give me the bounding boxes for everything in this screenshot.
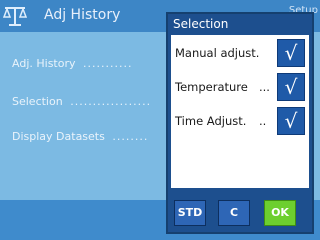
list-item-selection[interactable]: Selection ..................	[12, 95, 151, 108]
list-item-label: Display Datasets	[12, 130, 105, 143]
list-item-label: Selection	[12, 95, 63, 108]
option-temperature: Temperature ... √	[171, 71, 309, 105]
option-label: Time Adjust.	[175, 114, 247, 128]
option-dots: ..	[259, 114, 267, 128]
dialog-title: Selection	[173, 17, 229, 31]
option-time-adjust: Time Adjust. .. √	[171, 105, 309, 139]
ok-button[interactable]: OK	[264, 200, 296, 226]
selection-dialog: Selection Manual adjust. √ Temperature .…	[166, 12, 314, 234]
option-label: Temperature	[175, 80, 248, 94]
dialog-options: Manual adjust. √ Temperature ... √ Time …	[171, 35, 309, 188]
checkmark-icon: √	[284, 41, 298, 65]
list-item-dots: ...........	[83, 57, 133, 70]
option-label: Manual adjust.	[175, 46, 260, 60]
std-button[interactable]: STD	[174, 200, 206, 226]
option-dots: ...	[259, 80, 270, 94]
page-title: Adj History	[44, 7, 121, 23]
list-item-dots: ..................	[70, 95, 152, 108]
balance-scale-icon	[3, 6, 27, 26]
checkbox-temperature[interactable]: √	[277, 73, 305, 101]
list-item-display-datasets[interactable]: Display Datasets ........	[12, 130, 148, 143]
checkbox-time-adjust[interactable]: √	[277, 107, 305, 135]
list-item-adj-history[interactable]: Adj. History ...........	[12, 57, 132, 70]
checkbox-manual-adjust[interactable]: √	[277, 39, 305, 67]
option-manual-adjust: Manual adjust. √	[171, 37, 309, 71]
dialog-footer: STD C OK	[168, 190, 312, 232]
checkmark-icon: √	[284, 109, 298, 133]
cancel-button[interactable]: C	[218, 200, 250, 226]
list-item-dots: ........	[112, 130, 149, 143]
checkmark-icon: √	[284, 75, 298, 99]
list-item-label: Adj. History	[12, 57, 76, 70]
